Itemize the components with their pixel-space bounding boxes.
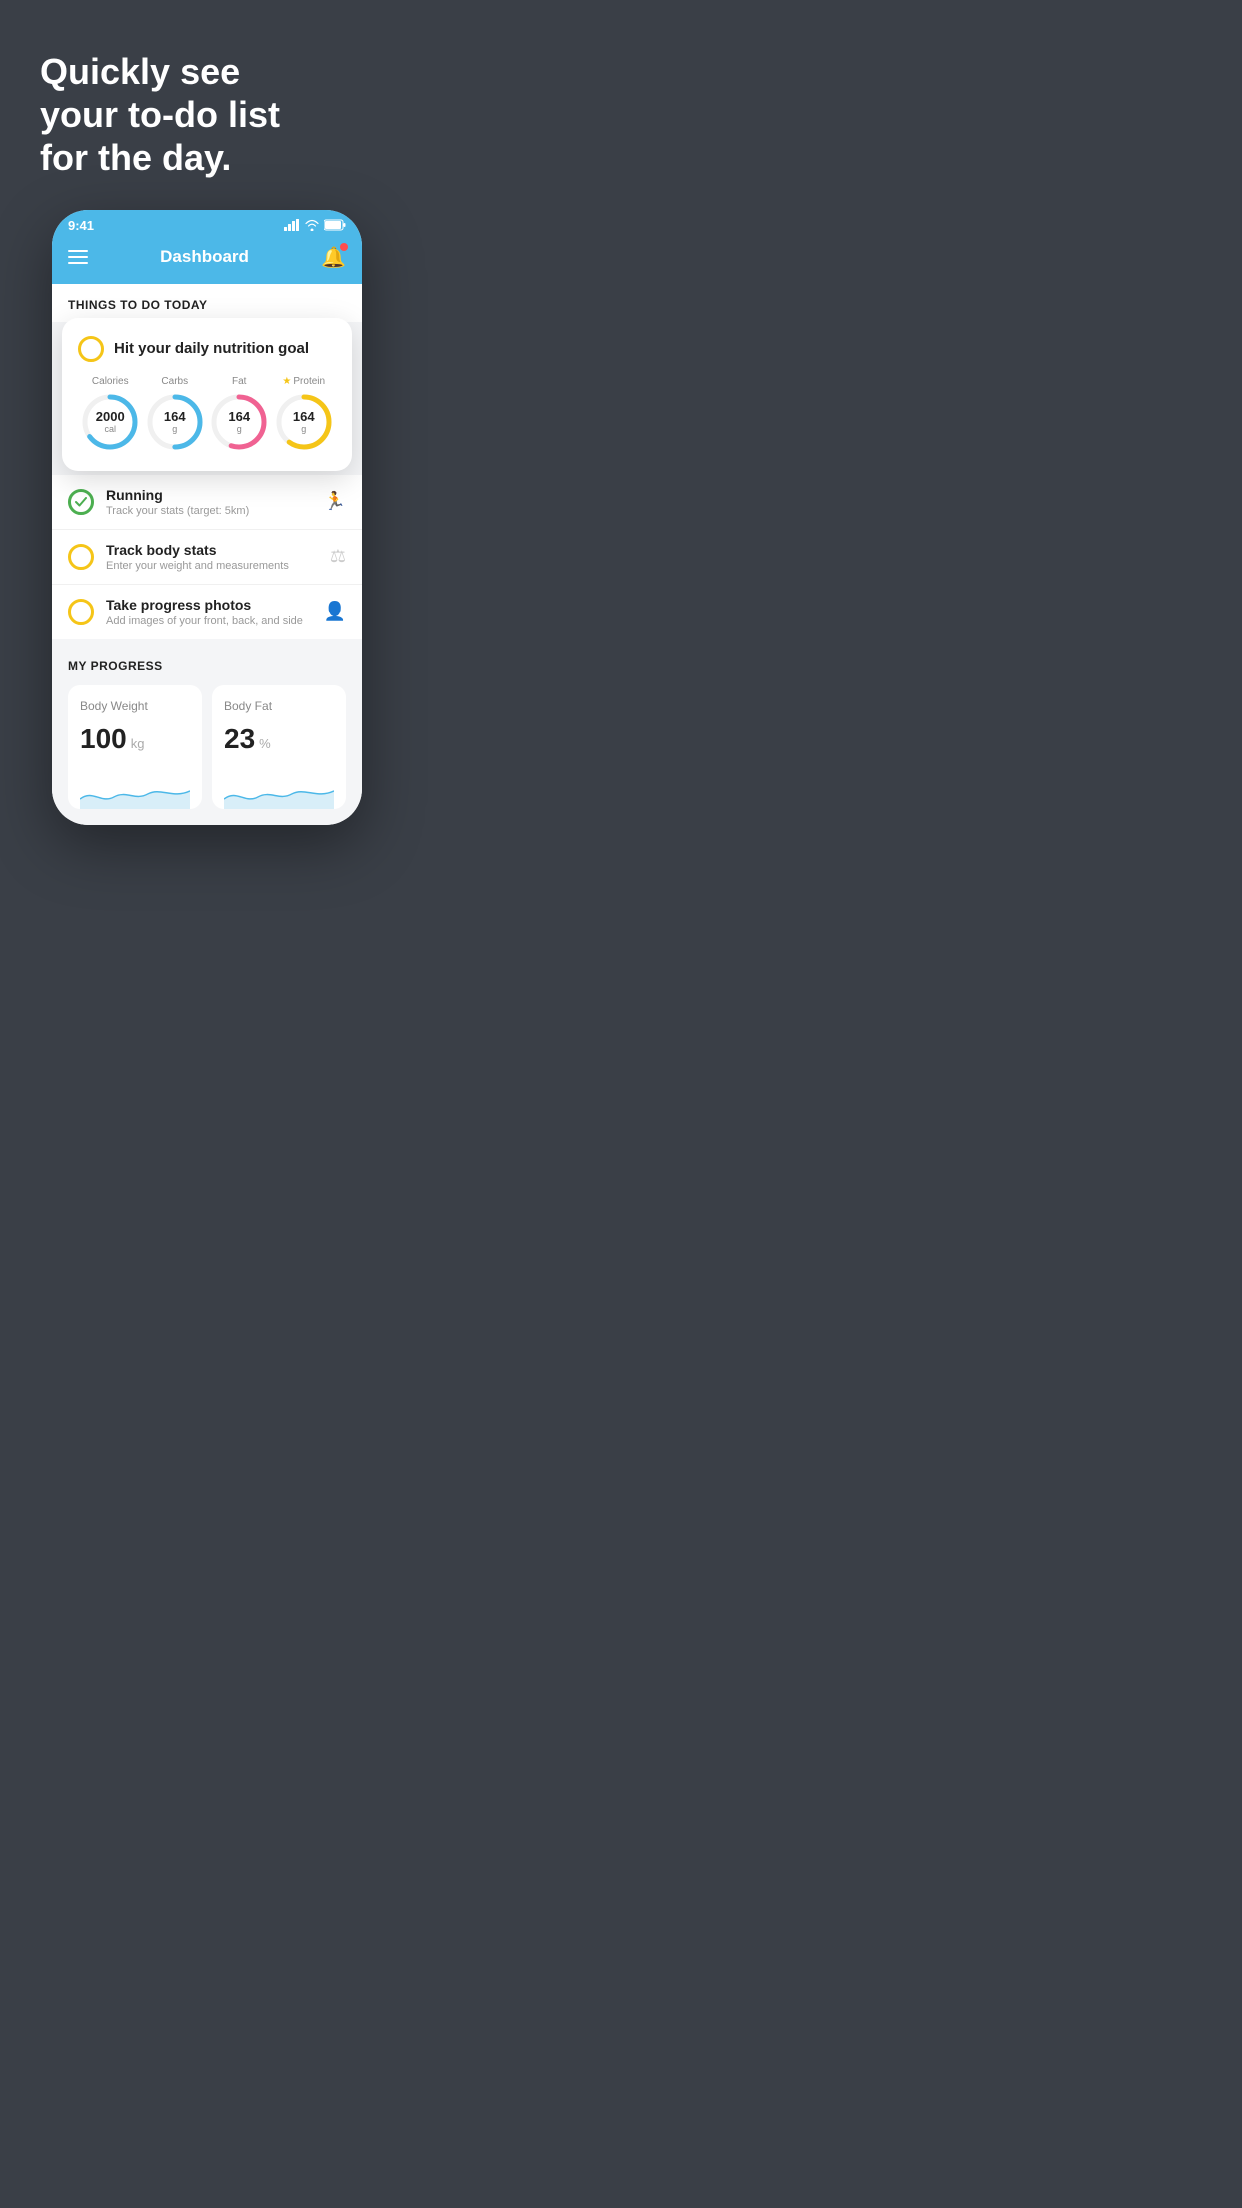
progress-chart [224, 769, 334, 809]
hero-title: Quickly see your to-do list for the day. [40, 50, 374, 180]
nutrition-item-protein: ★ Protein 164 g [273, 376, 335, 453]
todo-list: Running Track your stats (target: 5km) 🏃… [52, 475, 362, 639]
list-checkbox[interactable] [68, 599, 94, 625]
donut-chart: 2000 cal [79, 391, 141, 453]
header-title: Dashboard [160, 247, 249, 267]
nutrition-checkbox[interactable] [78, 336, 104, 362]
donut-value: 164 [228, 409, 250, 423]
app-header: Dashboard 🔔 [52, 237, 362, 284]
nutrition-label: Calories [92, 376, 129, 387]
check-icon [75, 497, 87, 507]
donut-value: 164 [164, 409, 186, 423]
item-title: Running [106, 487, 312, 503]
item-text: Take progress photos Add images of your … [106, 597, 312, 627]
hero-section: Quickly see your to-do list for the day. [0, 0, 414, 210]
battery-icon [324, 219, 346, 231]
time-display: 9:41 [68, 218, 94, 233]
item-icon: 🏃 [324, 491, 346, 512]
item-icon: 👤 [324, 601, 346, 622]
progress-value: 23 [224, 723, 255, 755]
list-checkbox[interactable] [68, 544, 94, 570]
floating-card-wrapper: Hit your daily nutrition goal Calories 2… [52, 318, 362, 471]
star-icon: ★ [282, 376, 291, 387]
donut-chart: 164 g [144, 391, 206, 453]
list-item[interactable]: Take progress photos Add images of your … [52, 585, 362, 639]
nutrition-item-carbs: Carbs 164 g [144, 376, 206, 453]
progress-chart [80, 769, 190, 809]
progress-card[interactable]: Body Weight 100 kg [68, 685, 202, 809]
donut-unit: g [293, 424, 315, 434]
item-subtitle: Track your stats (target: 5km) [106, 505, 312, 517]
progress-section-title: MY PROGRESS [68, 659, 346, 673]
nutrition-row: Calories 2000 cal Carbs 164 g Fat [78, 376, 336, 453]
progress-value-row: 100 kg [80, 723, 190, 755]
donut-unit: g [228, 424, 250, 434]
progress-value-row: 23 % [224, 723, 334, 755]
card-title-row: Hit your daily nutrition goal [78, 336, 336, 362]
notification-bell[interactable]: 🔔 [321, 245, 346, 270]
donut-chart: 164 g [208, 391, 270, 453]
wifi-icon [304, 219, 320, 231]
phone-content: THINGS TO DO TODAY Hit your daily nutrit… [52, 284, 362, 825]
item-icon: ⚖ [330, 546, 346, 567]
item-text: Track body stats Enter your weight and m… [106, 542, 318, 572]
progress-card-title: Body Fat [224, 699, 334, 713]
nutrition-item-fat: Fat 164 g [208, 376, 270, 453]
donut-center: 164 g [228, 409, 250, 433]
chart-svg [224, 769, 334, 809]
nutrition-card: Hit your daily nutrition goal Calories 2… [62, 318, 352, 471]
donut-value: 164 [293, 409, 315, 423]
item-subtitle: Enter your weight and measurements [106, 560, 318, 572]
item-title: Take progress photos [106, 597, 312, 613]
donut-center: 164 g [293, 409, 315, 433]
nutrition-label: Carbs [161, 376, 188, 387]
status-bar: 9:41 [52, 210, 362, 237]
list-checkbox[interactable] [68, 489, 94, 515]
donut-unit: g [164, 424, 186, 434]
phone-mockup: 9:41 [52, 210, 362, 825]
status-icons [284, 219, 346, 231]
nutrition-label: Fat [232, 376, 246, 387]
donut-value: 2000 [96, 409, 125, 423]
list-item[interactable]: Track body stats Enter your weight and m… [52, 530, 362, 585]
progress-unit: % [259, 736, 271, 751]
app-screen: Quickly see your to-do list for the day.… [0, 0, 414, 865]
nutrition-item-calories: Calories 2000 cal [79, 376, 141, 453]
progress-value: 100 [80, 723, 127, 755]
nutrition-card-title: Hit your daily nutrition goal [114, 340, 309, 357]
nutrition-label: ★ Protein [282, 376, 325, 387]
list-item[interactable]: Running Track your stats (target: 5km) 🏃 [52, 475, 362, 530]
things-to-do-header: THINGS TO DO TODAY [52, 284, 362, 322]
item-title: Track body stats [106, 542, 318, 558]
chart-svg [80, 769, 190, 809]
donut-unit: cal [96, 424, 125, 434]
notification-dot [340, 243, 348, 251]
hamburger-icon[interactable] [68, 250, 88, 264]
progress-card[interactable]: Body Fat 23 % [212, 685, 346, 809]
progress-cards: Body Weight 100 kg Body Fat 23 % [68, 685, 346, 809]
phone-wrapper: 9:41 [0, 210, 414, 865]
progress-card-title: Body Weight [80, 699, 190, 713]
donut-chart: 164 g [273, 391, 335, 453]
donut-center: 164 g [164, 409, 186, 433]
progress-unit: kg [131, 736, 145, 751]
item-subtitle: Add images of your front, back, and side [106, 615, 312, 627]
progress-section: MY PROGRESS Body Weight 100 kg Body Fat … [52, 639, 362, 825]
donut-center: 2000 cal [96, 409, 125, 433]
item-text: Running Track your stats (target: 5km) [106, 487, 312, 517]
signal-icon [284, 219, 300, 231]
